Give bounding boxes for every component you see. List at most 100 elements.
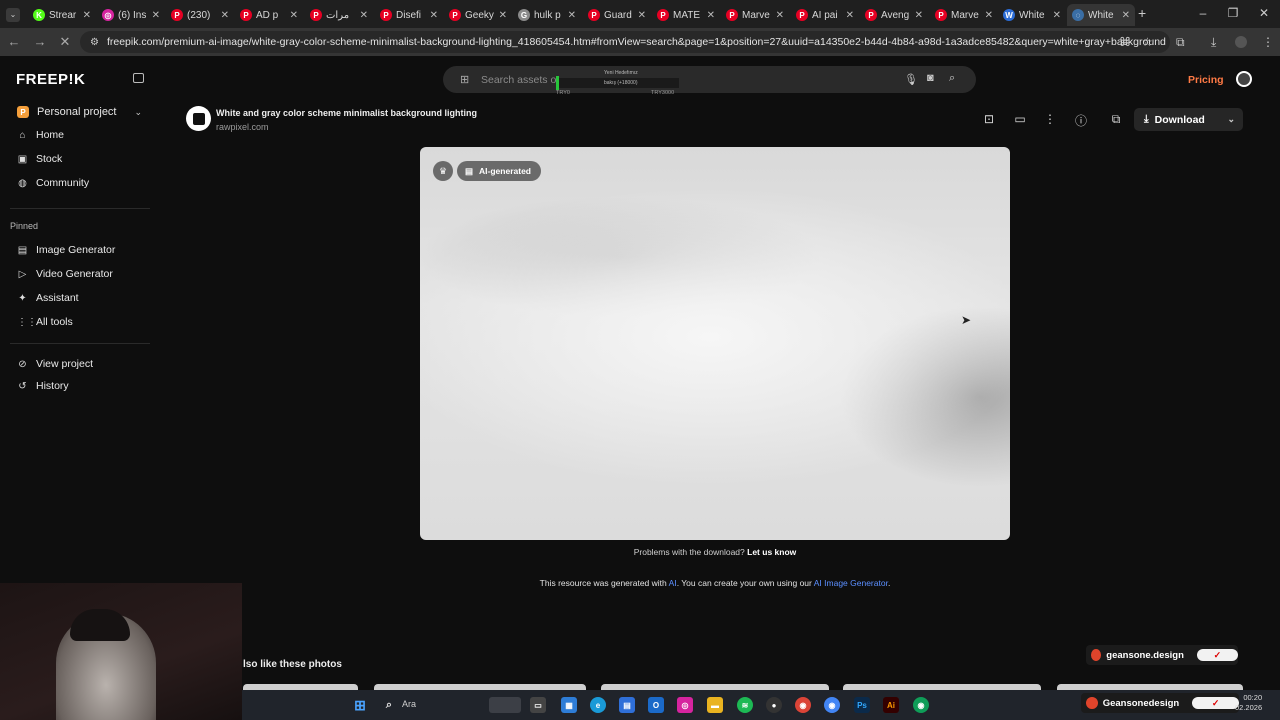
chevron-down-icon[interactable]: ⌄ bbox=[1227, 114, 1235, 125]
tab-close-icon[interactable]: ✕ bbox=[152, 10, 160, 21]
tab-close-icon[interactable]: ✕ bbox=[776, 10, 784, 21]
taskbar-search-box[interactable]: Ara bbox=[402, 699, 416, 709]
browser-tab[interactable]: P Marve ✕ bbox=[721, 4, 789, 26]
tab-close-icon[interactable]: ✕ bbox=[638, 10, 646, 21]
sidebar-item-view-project[interactable]: ⊘ View project bbox=[17, 355, 93, 373]
windows-start-icon[interactable]: ⊞ bbox=[352, 697, 368, 713]
tab-close-icon[interactable]: ✕ bbox=[985, 10, 993, 21]
download-button[interactable]: ⤓ Download ⌄ bbox=[1134, 108, 1243, 131]
tab-close-icon[interactable]: ✕ bbox=[221, 10, 229, 21]
close-window-icon[interactable]: ✕ bbox=[1255, 6, 1273, 20]
copy-icon[interactable]: ⧉ bbox=[1109, 112, 1123, 127]
edge-icon[interactable]: e bbox=[590, 697, 606, 713]
sidebar-item-all-tools[interactable]: ⋮⋮ All tools bbox=[17, 313, 73, 331]
ai-image-generator-link[interactable]: AI Image Generator bbox=[814, 578, 888, 588]
browser-tab[interactable]: P MATE ✕ bbox=[652, 4, 720, 26]
sidebar-item-stock[interactable]: ▣ Stock bbox=[17, 150, 63, 168]
freepik-logo[interactable]: FREEP!K bbox=[16, 71, 85, 88]
system-clock[interactable]: 00:20 02.2026 bbox=[1235, 693, 1262, 713]
browser-tab[interactable]: P AI pai ✕ bbox=[791, 4, 859, 26]
tab-list-dropdown-icon[interactable]: ⌄ bbox=[6, 8, 20, 22]
tab-close-icon[interactable]: ✕ bbox=[430, 10, 438, 21]
downloads-icon[interactable]: ⤓ bbox=[1211, 35, 1216, 50]
sidebar-item-community[interactable]: ◍ Community bbox=[17, 174, 89, 192]
more-options-icon[interactable]: ⋮ bbox=[1043, 112, 1057, 126]
sidebar-item-history[interactable]: ↺ History bbox=[17, 377, 68, 395]
browser-tab[interactable]: W White ✕ bbox=[998, 4, 1066, 26]
sidebar-item-image-generator[interactable]: ▤ Image Generator bbox=[17, 241, 116, 259]
search-bar[interactable]: ⊞ Search assets o 🎙 ◙ ⌕ bbox=[443, 66, 976, 93]
tab-close-icon[interactable]: ✕ bbox=[360, 10, 368, 21]
pricing-link[interactable]: Pricing bbox=[1188, 74, 1224, 86]
edit-image-icon[interactable]: ⊡ bbox=[982, 112, 996, 126]
image-preview[interactable]: ♛ ▤ AI-generated bbox=[420, 147, 1010, 540]
browser-tab[interactable]: P مرات ✕ bbox=[305, 4, 373, 26]
browser-tab[interactable]: ◎ (6) Ins ✕ bbox=[97, 4, 165, 26]
taskbar-search-icon[interactable]: ⌕ bbox=[381, 697, 397, 713]
outlook-icon[interactable]: O bbox=[648, 697, 664, 713]
store-icon[interactable]: ▦ bbox=[561, 697, 577, 713]
search-icon[interactable]: ⌕ bbox=[949, 72, 955, 85]
tab-close-icon[interactable]: ✕ bbox=[1053, 10, 1061, 21]
stop-loading-icon[interactable]: ✕ bbox=[57, 34, 73, 50]
author-logo[interactable] bbox=[186, 106, 211, 131]
browser-tab[interactable]: P Guard ✕ bbox=[583, 4, 651, 26]
search-input[interactable]: Search assets o bbox=[481, 74, 556, 86]
url-text[interactable]: freepik.com/premium-ai-image/white-gray-… bbox=[107, 36, 1166, 48]
sidebar-item-assistant[interactable]: ✦ Assistant bbox=[17, 289, 78, 307]
site-info-icon[interactable]: ⚙ bbox=[90, 37, 99, 48]
restore-icon[interactable]: ❐ bbox=[1224, 6, 1242, 20]
photoshop-icon[interactable]: Ps bbox=[854, 697, 870, 713]
extensions-icon[interactable]: ⧉ bbox=[1176, 35, 1185, 50]
tab-close-icon[interactable]: ✕ bbox=[83, 10, 91, 21]
browser-tab[interactable]: ◌ White ✕ bbox=[1067, 4, 1135, 26]
tab-close-icon[interactable]: ✕ bbox=[1122, 10, 1130, 21]
camera-search-icon[interactable]: ◙ bbox=[927, 72, 934, 84]
ai-link[interactable]: AI bbox=[669, 578, 677, 588]
tab-close-icon[interactable]: ✕ bbox=[499, 10, 507, 21]
browser-tab[interactable]: Ghulk p ✕ bbox=[513, 4, 581, 26]
sidebar-item-home[interactable]: ⌂ Home bbox=[17, 126, 64, 144]
tab-close-icon[interactable]: ✕ bbox=[915, 10, 923, 21]
browser-tab[interactable]: P Marve ✕ bbox=[930, 4, 998, 26]
tab-close-icon[interactable]: ✕ bbox=[568, 10, 576, 21]
browser-tab[interactable]: P Aveng ✕ bbox=[860, 4, 928, 26]
browser-tab[interactable]: P (230) ✕ bbox=[166, 4, 234, 26]
chrome-profile-icon[interactable]: ◉ bbox=[913, 697, 929, 713]
address-bar[interactable]: ⚙ freepik.com/premium-ai-image/white-gra… bbox=[80, 31, 1170, 53]
illustrator-icon[interactable]: Ai bbox=[883, 697, 899, 713]
instagram-app-icon[interactable]: ◎ bbox=[677, 697, 693, 713]
browser-tab[interactable]: K Strear ✕ bbox=[28, 4, 96, 26]
new-tab-button[interactable]: + bbox=[1138, 5, 1146, 21]
forward-icon[interactable]: → bbox=[32, 34, 48, 49]
minimize-icon[interactable]: – bbox=[1194, 6, 1212, 20]
translate-icon[interactable]: ⌘ bbox=[1119, 35, 1131, 49]
bookmark-star-icon[interactable]: ☆ bbox=[1142, 35, 1153, 49]
tab-close-icon[interactable]: ✕ bbox=[846, 10, 854, 21]
project-selector[interactable]: P Personal project ⌄ bbox=[10, 102, 150, 122]
widgets-icon[interactable] bbox=[489, 697, 521, 713]
browser-tab[interactable]: P Geeky ✕ bbox=[444, 4, 512, 26]
spotify-icon[interactable]: ≋ bbox=[737, 697, 753, 713]
back-icon[interactable]: ← bbox=[6, 34, 22, 49]
asset-source-link[interactable]: rawpixel.com bbox=[216, 122, 269, 132]
profile-icon[interactable] bbox=[1235, 36, 1247, 48]
browser-menu-icon[interactable]: ⋮ bbox=[1262, 35, 1274, 49]
chrome-icon[interactable]: ◉ bbox=[795, 697, 811, 713]
voice-search-icon[interactable]: 🎙 bbox=[904, 73, 918, 86]
search-mode-icon[interactable]: ⊞ bbox=[460, 73, 469, 86]
obs-icon[interactable]: ● bbox=[766, 697, 782, 713]
task-view-icon[interactable]: ▭ bbox=[530, 697, 546, 713]
chrome-active-icon[interactable]: ◉ bbox=[824, 697, 840, 713]
let-us-know-link[interactable]: Let us know bbox=[747, 547, 796, 557]
file-explorer-icon[interactable]: ▬ bbox=[707, 697, 723, 713]
sidebar-toggle-icon[interactable] bbox=[133, 73, 144, 83]
tab-close-icon[interactable]: ✕ bbox=[707, 10, 715, 21]
save-to-folder-icon[interactable]: ▭ bbox=[1013, 112, 1027, 126]
calendar-icon[interactable]: ▤ bbox=[619, 697, 635, 713]
browser-tab[interactable]: P Disefi ✕ bbox=[375, 4, 443, 26]
sidebar-item-video-generator[interactable]: ▷ Video Generator bbox=[17, 265, 113, 283]
browser-tab[interactable]: P AD p ✕ bbox=[235, 4, 303, 26]
tab-close-icon[interactable]: ✕ bbox=[290, 10, 298, 21]
user-avatar[interactable] bbox=[1236, 71, 1252, 87]
